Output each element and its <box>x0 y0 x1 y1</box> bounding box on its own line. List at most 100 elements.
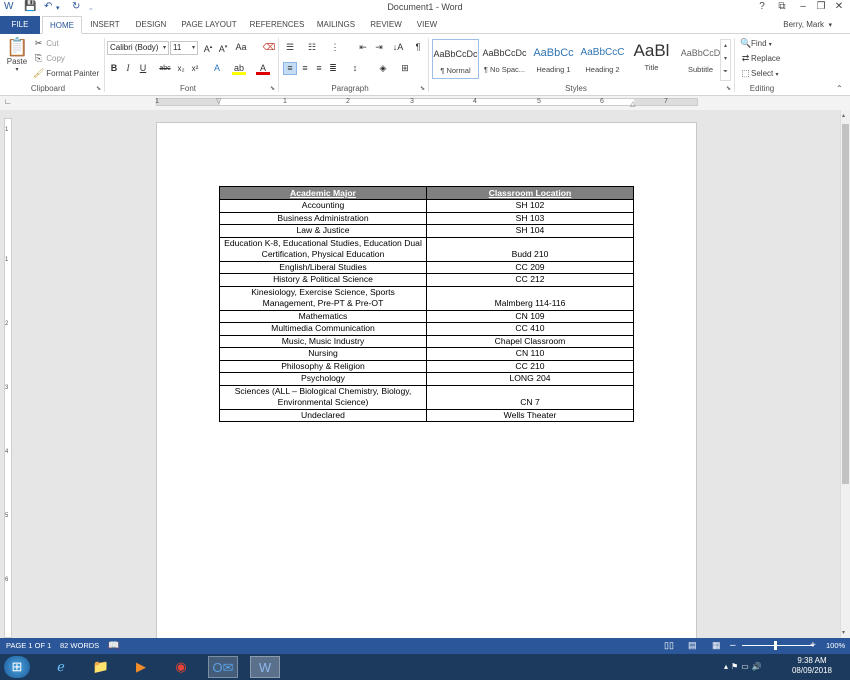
tab-page-layout[interactable]: PAGE LAYOUT <box>178 16 240 34</box>
media-player-icon[interactable]: ▶ <box>126 656 156 678</box>
show-marks-icon[interactable]: ¶ <box>411 41 425 54</box>
word-taskbar-icon[interactable]: W <box>250 656 280 678</box>
vertical-ruler[interactable]: 1 1 2 3 4 5 6 <box>4 118 12 638</box>
select-button[interactable]: ⬚Select ▾ <box>740 68 778 78</box>
ribbon-display-options-button[interactable]: ⧉ <box>773 1 791 12</box>
copy-button[interactable]: ⎘ Copy <box>33 53 65 63</box>
read-mode-icon[interactable]: ▯▯ <box>664 640 674 651</box>
tab-mailings[interactable]: MAILINGS <box>312 16 360 34</box>
align-right-icon[interactable]: ≡ <box>312 62 326 75</box>
font-color-icon[interactable]: A <box>256 62 270 75</box>
align-left-icon[interactable]: ≡ <box>283 62 297 75</box>
tab-home[interactable]: HOME <box>42 16 82 34</box>
tab-references[interactable]: REFERENCES <box>248 16 306 34</box>
highlight-icon[interactable]: ab <box>232 62 246 75</box>
user-account[interactable]: Berry, Mark <box>783 20 824 29</box>
tab-design[interactable]: DESIGN <box>130 16 172 34</box>
horizontal-ruler[interactable]: 1 1 2 3 4 5 6 7 ▽ △ <box>155 97 698 108</box>
clock[interactable]: 9:38 AM 08/09/2018 <box>782 656 842 676</box>
cell-classroom-location[interactable]: Wells Theater <box>426 408 634 422</box>
vertical-scrollbar[interactable]: ▴ ▾ <box>840 110 850 638</box>
cell-academic-major[interactable]: Multimedia Communication <box>219 322 427 336</box>
numbering-icon[interactable]: ☷ <box>305 41 319 54</box>
collapse-ribbon-icon[interactable]: ⌃ <box>836 84 843 93</box>
start-button[interactable]: ⊞ <box>4 656 30 678</box>
cell-academic-major[interactable]: Law & Justice <box>219 224 427 238</box>
zoom-in-icon[interactable]: + <box>810 640 816 651</box>
help-button[interactable]: ? <box>753 1 771 12</box>
print-layout-icon[interactable]: ▤ <box>688 640 697 651</box>
first-line-indent-marker[interactable]: ▽ <box>216 97 221 105</box>
tab-selector-icon[interactable]: ∟ <box>4 97 12 106</box>
grow-font-icon[interactable]: A▴ <box>201 41 215 54</box>
change-case-icon[interactable]: Aa <box>234 41 248 54</box>
cell-academic-major[interactable]: Music, Music Industry <box>219 334 427 348</box>
zoom-slider-thumb[interactable] <box>774 641 777 650</box>
strikethrough-icon[interactable]: abc <box>158 62 172 75</box>
web-layout-icon[interactable]: ▦ <box>712 640 721 651</box>
cell-classroom-location[interactable]: CC 410 <box>426 322 634 336</box>
cell-classroom-location[interactable]: CC 209 <box>426 260 634 274</box>
subscript-icon[interactable]: x₂ <box>174 62 188 75</box>
tab-file[interactable]: FILE <box>0 16 40 34</box>
tab-insert[interactable]: INSERT <box>86 16 124 34</box>
internet-explorer-icon[interactable]: ℯ <box>46 656 76 678</box>
right-indent-marker[interactable]: △ <box>630 100 635 108</box>
cell-academic-major[interactable]: History & Political Science <box>219 273 427 287</box>
minimize-button[interactable]: – <box>794 1 812 12</box>
cell-classroom-location[interactable]: SH 104 <box>426 224 634 238</box>
close-button[interactable]: ✕ <box>830 1 848 12</box>
cut-button[interactable]: ✂ Cut <box>33 38 59 48</box>
cell-academic-major[interactable]: Kinesiology, Exercise Science, Sports Ma… <box>219 285 427 311</box>
document-page[interactable]: Academic Major Classroom Location Accoun… <box>156 122 697 642</box>
cell-classroom-location[interactable]: CN 7 <box>426 384 634 410</box>
cell-classroom-location[interactable]: CC 212 <box>426 273 634 287</box>
borders-icon[interactable]: ⊞ <box>398 62 412 75</box>
style-title[interactable]: AaBl Title <box>628 39 675 79</box>
zoom-out-icon[interactable]: – <box>730 640 736 651</box>
cell-classroom-location[interactable]: Chapel Classroom <box>426 334 634 348</box>
cell-classroom-location[interactable]: LONG 204 <box>426 372 634 386</box>
restore-button[interactable]: ❐ <box>812 1 830 12</box>
scroll-down-icon[interactable]: ▾ <box>842 629 845 636</box>
replace-button[interactable]: ⇄ Replace <box>740 53 781 63</box>
text-effects-icon[interactable]: A <box>210 62 224 75</box>
scrollbar-thumb[interactable] <box>842 124 849 484</box>
underline-icon[interactable]: U <box>136 62 150 75</box>
cell-academic-major[interactable]: Philosophy & Religion <box>219 359 427 373</box>
multilevel-list-icon[interactable]: ⋮ <box>328 41 342 54</box>
cell-academic-major[interactable]: Undeclared <box>219 408 427 422</box>
cell-classroom-location[interactable]: CN 110 <box>426 347 634 361</box>
dialog-launcher-icon[interactable]: ⬊ <box>420 85 425 92</box>
proofing-icon[interactable]: 📖 <box>108 640 119 651</box>
cell-academic-major[interactable]: Nursing <box>219 347 427 361</box>
cell-classroom-location[interactable]: SH 102 <box>426 199 634 213</box>
cell-academic-major[interactable]: Accounting <box>219 199 427 213</box>
superscript-icon[interactable]: x² <box>188 62 202 75</box>
system-tray-icons[interactable]: ▴⚑▭🔊 <box>724 662 765 671</box>
sort-icon[interactable]: ↓A <box>391 41 405 54</box>
account-dropdown-icon[interactable]: ▾ <box>828 21 832 29</box>
italic-icon[interactable]: I <box>121 62 135 75</box>
file-explorer-icon[interactable]: 📁 <box>86 656 116 678</box>
cell-academic-major[interactable]: English/Liberal Studies <box>219 260 427 274</box>
align-center-icon[interactable]: ≡ <box>298 62 312 75</box>
line-spacing-icon[interactable]: ↕ <box>348 62 362 75</box>
font-family-select[interactable]: Calibri (Body) ▾ <box>107 41 169 55</box>
tab-view[interactable]: VIEW <box>412 16 442 34</box>
word-count[interactable]: 82 WORDS <box>60 641 99 650</box>
cell-academic-major[interactable]: Mathematics <box>219 309 427 323</box>
format-painter-button[interactable]: 🖌 Format Painter <box>33 68 99 78</box>
dialog-launcher-icon[interactable]: ⬊ <box>726 85 731 92</box>
chrome-icon[interactable]: ◉ <box>166 656 196 678</box>
bold-icon[interactable]: B <box>107 62 121 75</box>
zoom-slider-track[interactable] <box>742 645 814 646</box>
column-header-classroom-location[interactable]: Classroom Location <box>426 186 634 200</box>
cell-classroom-location[interactable]: Malmberg 114-116 <box>426 285 634 311</box>
decrease-indent-icon[interactable]: ⇤ <box>356 41 370 54</box>
cell-academic-major[interactable]: Business Administration <box>219 211 427 225</box>
outlook-icon[interactable]: O✉ <box>208 656 238 678</box>
cell-academic-major[interactable]: Education K-8, Educational Studies, Educ… <box>219 236 427 262</box>
find-button[interactable]: 🔍Find ▾ <box>740 38 772 48</box>
page-count[interactable]: PAGE 1 OF 1 <box>6 641 51 650</box>
